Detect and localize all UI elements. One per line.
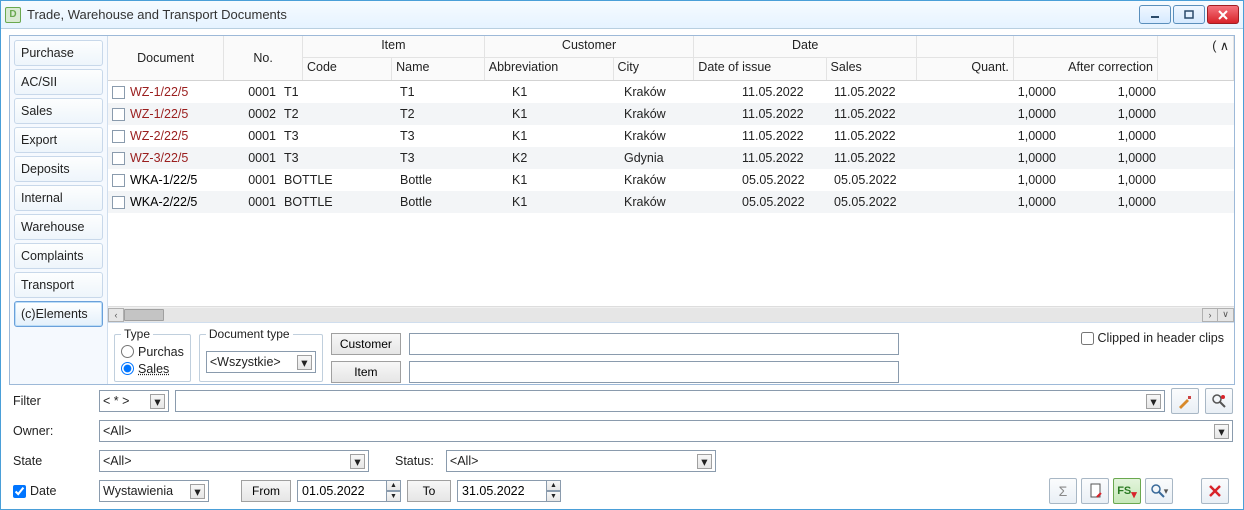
sum-icon[interactable]: Σ xyxy=(1049,478,1077,504)
filter-op-combo[interactable]: < * >▾ xyxy=(99,390,169,412)
owner-combo[interactable]: <All>▾ xyxy=(99,420,1233,442)
col-sales[interactable]: Sales xyxy=(827,58,918,80)
clipped-checkbox[interactable]: Clipped in header clips xyxy=(1081,331,1224,345)
row-checkbox[interactable] xyxy=(112,86,125,99)
scroll-down-icon[interactable]: ∨ xyxy=(1218,308,1234,322)
item-button[interactable]: Item xyxy=(331,361,401,383)
status-combo[interactable]: <All>▾ xyxy=(446,450,716,472)
sidebar-item-warehouse[interactable]: Warehouse xyxy=(14,214,103,240)
row-checkbox[interactable] xyxy=(112,174,125,187)
state-combo[interactable]: <All>▾ xyxy=(99,450,369,472)
sidebar-item-purchase[interactable]: Purchase xyxy=(14,40,103,66)
filter-bar: Type Purchas Sales Document type <Wszyst… xyxy=(108,322,1234,384)
row-checkbox[interactable] xyxy=(112,152,125,165)
colgroup-item[interactable]: Item xyxy=(303,36,485,58)
scroll-left-icon[interactable]: ‹ xyxy=(108,308,124,322)
col-code[interactable]: Code xyxy=(303,58,392,80)
col-abbrev[interactable]: Abbreviation xyxy=(485,58,614,80)
close-panel-icon[interactable] xyxy=(1201,478,1229,504)
filter-text-combo[interactable]: ▾ xyxy=(175,390,1165,412)
sidebar-item-export[interactable]: Export xyxy=(14,127,103,153)
sidebar-item-deposits[interactable]: Deposits xyxy=(14,156,103,182)
date-checkbox[interactable]: Date xyxy=(13,484,93,498)
col-document[interactable]: Document xyxy=(108,36,224,80)
col-quant[interactable]: Quant. xyxy=(917,58,1014,80)
owner-label: Owner: xyxy=(13,424,93,438)
col-city[interactable]: City xyxy=(614,58,695,80)
state-label: State xyxy=(13,454,93,468)
table-row[interactable]: WZ-1/22/50002T2T2K1Kraków11.05.202211.05… xyxy=(108,103,1234,125)
colgroup-customer[interactable]: Customer xyxy=(485,36,695,58)
minimize-button[interactable] xyxy=(1139,5,1171,24)
titlebar[interactable]: D Trade, Warehouse and Transport Documen… xyxy=(1,1,1243,29)
sidebar-item-internal[interactable]: Internal xyxy=(14,185,103,211)
item-input[interactable] xyxy=(409,361,899,383)
from-date-input[interactable]: ▲▼ xyxy=(297,480,401,502)
chevron-down-icon[interactable]: ▾ xyxy=(697,454,712,469)
grid-body[interactable]: WZ-1/22/50001T1T1K1Kraków11.05.202211.05… xyxy=(108,81,1234,306)
type-sales-radio[interactable]: Sales xyxy=(121,360,184,377)
table-row[interactable]: WKA-2/22/50001BOTTLEBottleK1Kraków05.05.… xyxy=(108,191,1234,213)
row-checkbox[interactable] xyxy=(112,130,125,143)
to-date-input[interactable]: ▲▼ xyxy=(457,480,561,502)
col-name[interactable]: Name xyxy=(392,58,485,80)
sidebar-item-transport[interactable]: Transport xyxy=(14,272,103,298)
horizontal-scrollbar[interactable]: ‹ › ∨ xyxy=(108,306,1234,322)
filter-edit-icon[interactable] xyxy=(1171,388,1199,414)
type-purchase-radio[interactable]: Purchas xyxy=(121,343,184,360)
customer-input[interactable] xyxy=(409,333,899,355)
filter-construct-icon[interactable] xyxy=(1205,388,1233,414)
sidebar-item-ac-sii[interactable]: AC/SII xyxy=(14,69,103,95)
row-checkbox[interactable] xyxy=(112,108,125,121)
fs-icon[interactable]: FS▾ xyxy=(1113,478,1141,504)
date-kind-combo[interactable]: Wystawienia▾ xyxy=(99,480,209,502)
col-no[interactable]: No. xyxy=(224,36,303,80)
doctype-label: Document type xyxy=(206,327,293,341)
window-title: Trade, Warehouse and Transport Documents xyxy=(27,7,1137,22)
maximize-button[interactable] xyxy=(1173,5,1205,24)
row-checkbox[interactable] xyxy=(112,196,125,209)
search-icon[interactable]: ▾ xyxy=(1145,478,1173,504)
colgroup-date[interactable]: Date xyxy=(694,36,917,58)
scroll-up-indicator[interactable]: ( ∧ xyxy=(1158,36,1234,80)
document-icon[interactable] xyxy=(1081,478,1109,504)
col-issue[interactable]: Date of issue xyxy=(694,58,826,80)
type-label: Type xyxy=(121,327,153,341)
sidebar-item-sales[interactable]: Sales xyxy=(14,98,103,124)
doctype-combo[interactable]: <Wszystkie>▾ xyxy=(206,351,316,373)
table-row[interactable]: WZ-2/22/50001T3T3K1Kraków11.05.202211.05… xyxy=(108,125,1234,147)
from-button[interactable]: From xyxy=(241,480,291,502)
sidebar-item--c-elements[interactable]: (c)Elements xyxy=(14,301,103,327)
chevron-down-icon[interactable]: ▾ xyxy=(190,484,205,499)
col-after[interactable]: After correction xyxy=(1014,58,1158,80)
status-label: Status: xyxy=(395,454,434,468)
sidebar: Purchase AC/SII Sales Export Deposits Interna… xyxy=(10,36,108,384)
doctype-group: Document type <Wszystkie>▾ xyxy=(199,327,323,382)
grid-header[interactable]: Document No. Item Customer Date ( ∧ Code… xyxy=(108,36,1234,81)
type-group: Type Purchas Sales xyxy=(114,327,191,382)
chevron-down-icon[interactable]: ▾ xyxy=(1214,424,1229,439)
chevron-down-icon[interactable]: ▾ xyxy=(350,454,365,469)
scroll-right-icon[interactable]: › xyxy=(1202,308,1218,322)
sidebar-item-complaints[interactable]: Complaints xyxy=(14,243,103,269)
customer-button[interactable]: Customer xyxy=(331,333,401,355)
table-row[interactable]: WKA-1/22/50001BOTTLEBottleK1Kraków05.05.… xyxy=(108,169,1234,191)
to-button[interactable]: To xyxy=(407,480,451,502)
close-button[interactable] xyxy=(1207,5,1239,24)
chevron-down-icon[interactable]: ▾ xyxy=(150,394,165,409)
table-row[interactable]: WZ-3/22/50001T3T3K2Gdynia11.05.202211.05… xyxy=(108,147,1234,169)
table-row[interactable]: WZ-1/22/50001T1T1K1Kraków11.05.202211.05… xyxy=(108,81,1234,103)
filter-label: Filter xyxy=(13,394,93,408)
app-icon: D xyxy=(5,7,21,23)
chevron-down-icon[interactable]: ▾ xyxy=(1146,394,1161,409)
chevron-down-icon[interactable]: ▾ xyxy=(297,355,312,370)
